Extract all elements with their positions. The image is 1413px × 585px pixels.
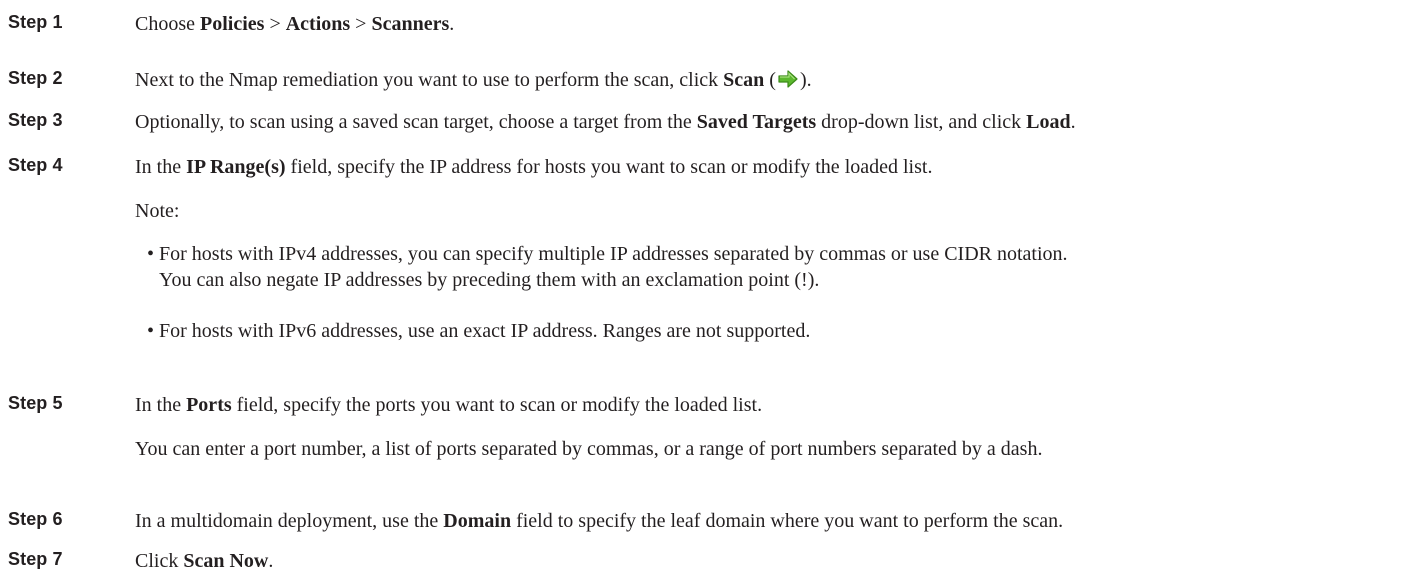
step-label: Step 7 (8, 549, 63, 569)
step-label: Step 4 (8, 155, 63, 175)
step-instruction: In the Ports field, specify the ports yo… (135, 394, 763, 416)
step-instruction: In the IP Range(s) field, specify the IP… (135, 156, 933, 178)
step-instruction: Optionally, to scan using a saved scan t… (135, 111, 1076, 133)
ui-term-scanners: Scanners (371, 13, 450, 35)
ui-term-actions: Actions (285, 13, 351, 35)
step-instruction: Next to the Nmap remediation you want to… (135, 69, 812, 91)
step-instruction: In a multidomain deployment, use the Dom… (135, 510, 1064, 532)
ui-term-ports: Ports (186, 394, 232, 416)
bullet-dot: • (147, 320, 155, 342)
step-5-detail: You can enter a port number, a list of p… (135, 438, 1043, 460)
bullet-dot: • (147, 243, 155, 265)
ui-term-load: Load (1026, 111, 1071, 133)
note-bullet-ipv4: • For hosts with IPv4 addresses, you can … (147, 243, 1068, 291)
note-label: Note: (135, 200, 180, 222)
ui-term-domain: Domain (443, 510, 512, 532)
step-label: Step 2 (8, 68, 63, 88)
ui-term-scan: Scan (723, 69, 765, 91)
step-label: Step 1 (8, 12, 63, 32)
ui-term-ip-ranges: IP Range(s) (186, 156, 286, 178)
note-bullet-ipv6: • For hosts with IPv6 addresses, use an e… (147, 320, 811, 342)
ui-term-saved-targets: Saved Targets (696, 111, 817, 133)
step-label: Step 6 (8, 509, 63, 529)
step-instruction: Choose Policies > Actions > Scanners. (135, 13, 455, 35)
green-right-arrow-icon (778, 70, 798, 88)
step-label: Step 5 (8, 393, 63, 413)
ui-term-scan-now: Scan Now (183, 550, 269, 572)
step-instruction: Click Scan Now. (135, 550, 274, 572)
ui-term-policies: Policies (200, 13, 265, 35)
step-label: Step 3 (8, 110, 63, 130)
